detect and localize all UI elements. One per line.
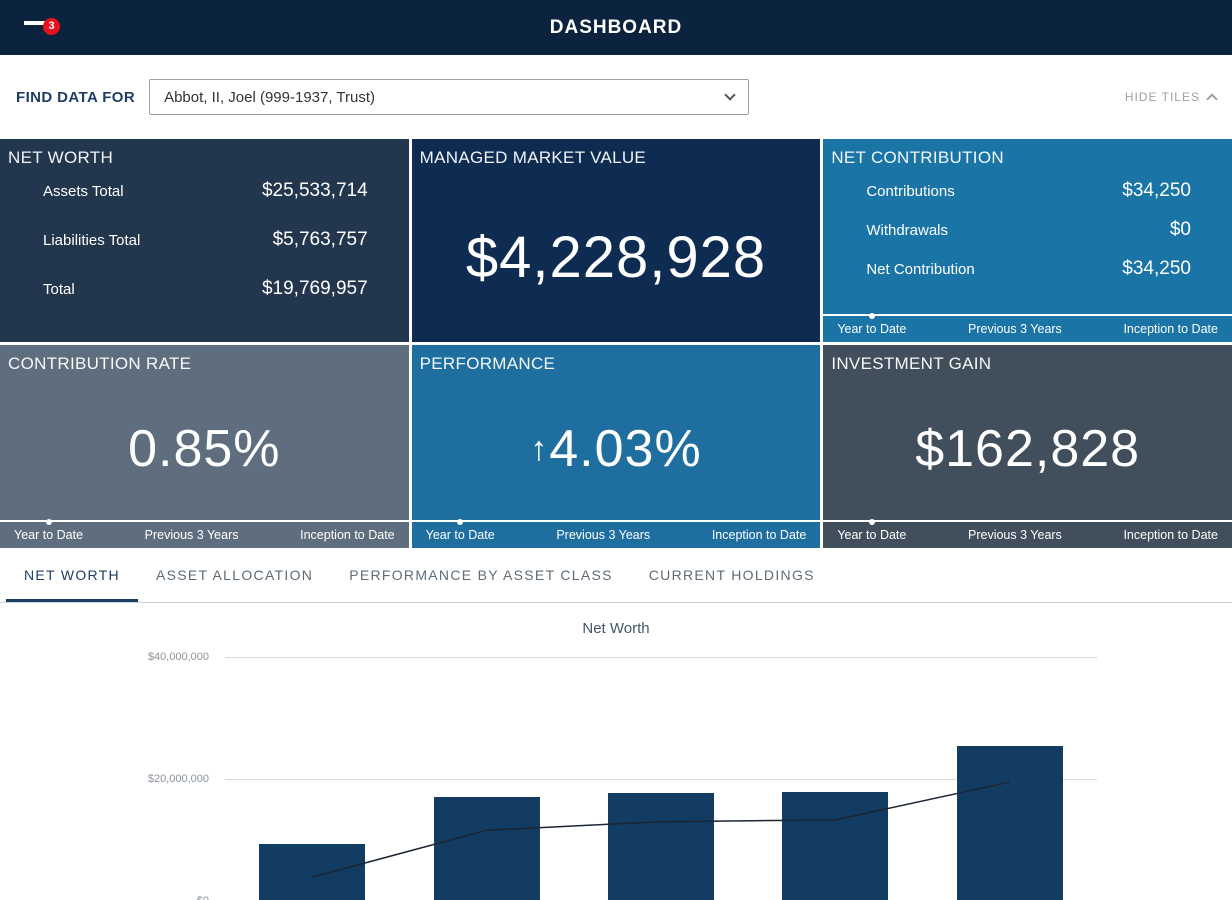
chevron-up-icon <box>1206 93 1217 104</box>
tab-asset-allocation[interactable]: ASSET ALLOCATION <box>138 548 331 602</box>
net-worth-chart-section: Net Worth $40,000,000$20,000,000$0 <box>0 603 1232 899</box>
tile-title: INVESTMENT GAIN <box>823 345 1232 378</box>
up-arrow-icon: ↑ <box>530 430 547 469</box>
period-previous-3-years[interactable]: Previous 3 Years <box>145 528 239 542</box>
tile-investment-gain: INVESTMENT GAIN $162,828 Year to Date Pr… <box>823 345 1232 548</box>
summary-tiles: NET WORTH Assets Total $25,533,714 Liabi… <box>0 139 1232 548</box>
period-selector: Year to Date Previous 3 Years Inception … <box>412 520 821 548</box>
y-axis-tick-label: $40,000,000 <box>148 651 209 663</box>
net-contribution-row-withdrawals: Withdrawals $0 <box>866 219 1191 241</box>
net-contribution-row-contributions: Contributions $34,250 <box>866 180 1191 202</box>
tile-title: PERFORMANCE <box>412 345 821 378</box>
chevron-down-icon <box>724 89 735 100</box>
period-year-to-date[interactable]: Year to Date <box>837 322 906 336</box>
chart-title: Net Worth <box>0 603 1232 637</box>
tab-net-worth[interactable]: NET WORTH <box>6 548 138 602</box>
find-data-label: FIND DATA FOR <box>16 89 135 106</box>
period-year-to-date[interactable]: Year to Date <box>14 528 83 542</box>
tile-net-contribution: NET CONTRIBUTION Contributions $34,250 W… <box>823 139 1232 342</box>
account-select[interactable]: Abbot, II, Joel (999-1937, Trust) <box>149 79 749 115</box>
chart-plot: $40,000,000$20,000,000$0 <box>225 657 1097 900</box>
managed-market-value: $4,228,928 <box>466 224 766 291</box>
contribution-rate-value: 0.85% <box>128 419 280 479</box>
tile-title: NET WORTH <box>0 139 409 172</box>
period-previous-3-years[interactable]: Previous 3 Years <box>968 322 1062 336</box>
period-selector: Year to Date Previous 3 Years Inception … <box>823 314 1232 342</box>
tab-current-holdings[interactable]: CURRENT HOLDINGS <box>631 548 833 602</box>
page-title: DASHBOARD <box>0 17 1232 39</box>
period-previous-3-years[interactable]: Previous 3 Years <box>556 528 650 542</box>
period-inception-to-date[interactable]: Inception to Date <box>1123 322 1218 336</box>
tile-contribution-rate: CONTRIBUTION RATE 0.85% Year to Date Pre… <box>0 345 409 548</box>
app-header: 3 DASHBOARD <box>0 0 1232 55</box>
period-selector: Year to Date Previous 3 Years Inception … <box>823 520 1232 548</box>
y-axis-tick-label: $0 <box>197 895 209 900</box>
performance-value: 4.03% <box>549 419 701 479</box>
hide-tiles-label: HIDE TILES <box>1125 90 1200 104</box>
period-selector: Year to Date Previous 3 Years Inception … <box>0 520 409 548</box>
tile-title: CONTRIBUTION RATE <box>0 345 409 378</box>
chart-y-axis: $40,000,000$20,000,000$0 <box>0 657 209 900</box>
period-year-to-date[interactable]: Year to Date <box>837 528 906 542</box>
find-data-bar: FIND DATA FOR Abbot, II, Joel (999-1937,… <box>0 55 1232 139</box>
period-inception-to-date[interactable]: Inception to Date <box>712 528 807 542</box>
net-worth-row-total: Total $19,769,957 <box>43 278 368 300</box>
period-inception-to-date[interactable]: Inception to Date <box>1123 528 1218 542</box>
net-worth-row-assets: Assets Total $25,533,714 <box>43 180 368 202</box>
tile-title: NET CONTRIBUTION <box>823 139 1232 172</box>
period-previous-3-years[interactable]: Previous 3 Years <box>968 528 1062 542</box>
section-tabs: NET WORTH ASSET ALLOCATION PERFORMANCE B… <box>0 548 1232 603</box>
period-inception-to-date[interactable]: Inception to Date <box>300 528 395 542</box>
investment-gain-value: $162,828 <box>915 419 1140 479</box>
tile-net-worth: NET WORTH Assets Total $25,533,714 Liabi… <box>0 139 409 342</box>
net-worth-row-liabilities: Liabilities Total $5,763,757 <box>43 229 368 251</box>
tile-performance: PERFORMANCE ↑ 4.03% Year to Date Previou… <box>412 345 821 548</box>
hide-tiles-button[interactable]: HIDE TILES <box>1125 90 1216 104</box>
net-contribution-row-net: Net Contribution $34,250 <box>866 258 1191 280</box>
tile-title: MANAGED MARKET VALUE <box>412 139 821 172</box>
period-year-to-date[interactable]: Year to Date <box>426 528 495 542</box>
account-select-value: Abbot, II, Joel (999-1937, Trust) <box>164 89 375 106</box>
tile-managed-market-value: MANAGED MARKET VALUE $4,228,928 <box>412 139 821 342</box>
y-axis-tick-label: $20,000,000 <box>148 773 209 785</box>
chart-trend-line <box>225 657 1097 900</box>
tab-performance-by-asset-class[interactable]: PERFORMANCE BY ASSET CLASS <box>331 548 631 602</box>
